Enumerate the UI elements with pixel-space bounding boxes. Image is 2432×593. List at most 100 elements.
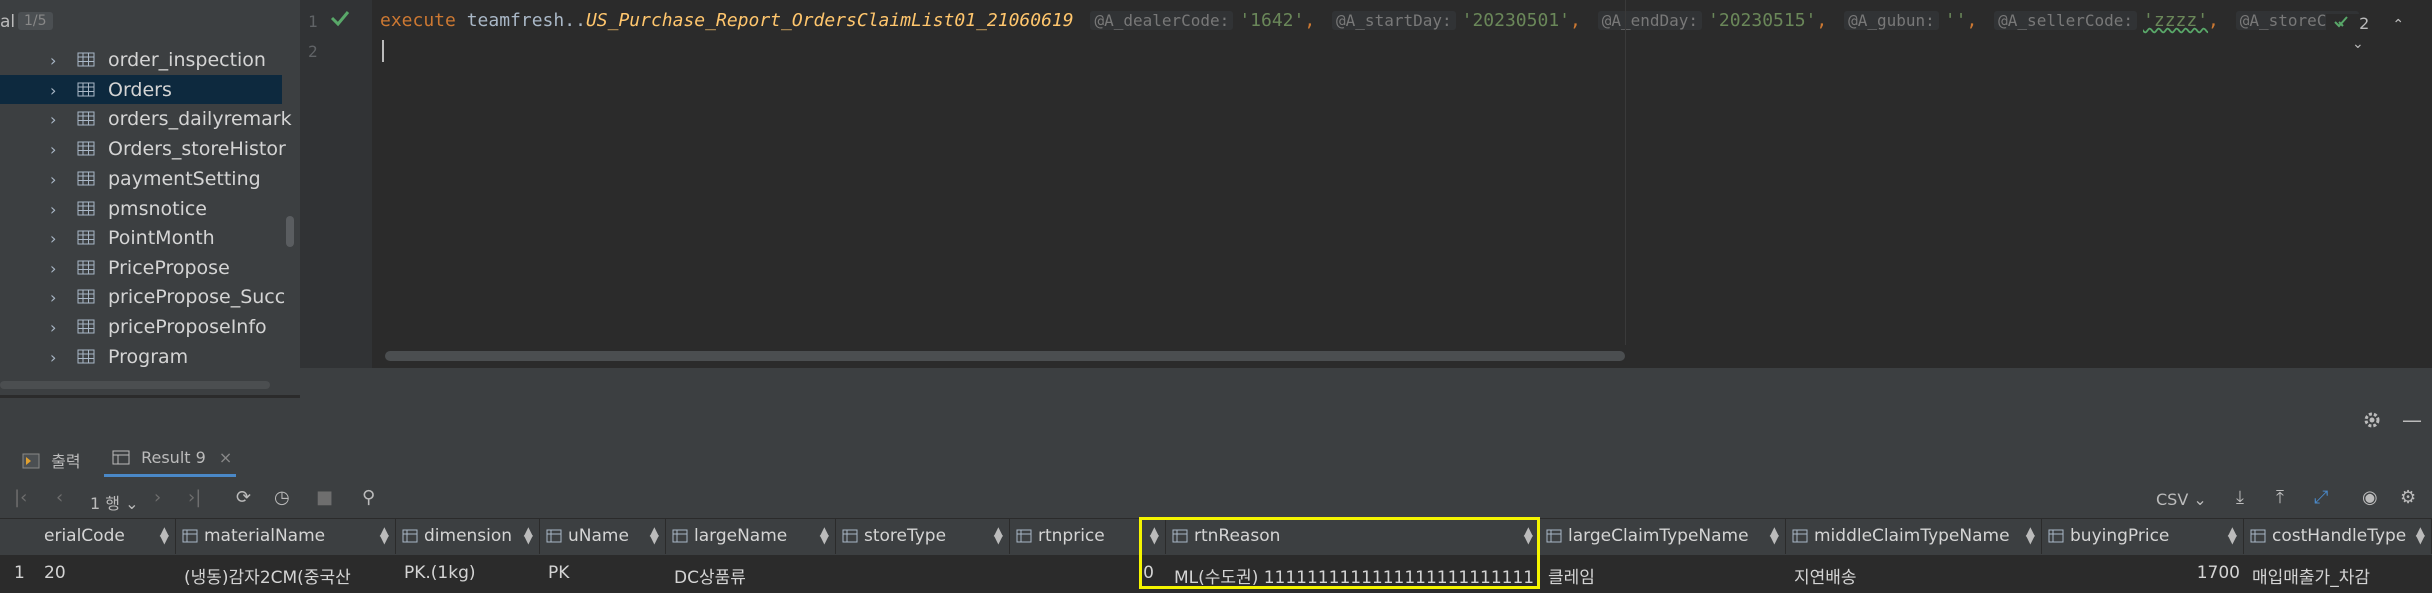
tree-horizontal-scrollbar[interactable] <box>0 381 270 389</box>
column-header-buyingprice[interactable]: buyingPrice ▲ ▼ <box>2042 518 2244 554</box>
tree-item-label: pmsnotice <box>108 198 207 220</box>
column-header-dimension[interactable]: dimension ▲ ▼ <box>396 518 540 554</box>
cell-middleclaimtypename[interactable]: 지연배송 <box>1794 555 2038 593</box>
download-icon[interactable]: ⤓ <box>2236 487 2244 508</box>
compare-icon[interactable]: ⤢ <box>2314 487 2328 508</box>
column-header-materialname[interactable]: materialName ▲ ▼ <box>176 518 396 554</box>
tree-vertical-scrollbar[interactable] <box>286 216 294 247</box>
column-header-storetype[interactable]: storeType ▲ ▼ <box>836 518 1010 554</box>
column-header-label: storeType <box>864 526 947 546</box>
cell-dimension[interactable]: PK.(1kg) <box>404 555 536 593</box>
close-tab-icon[interactable]: × <box>219 448 232 467</box>
param-value: '1642' <box>1239 10 1305 31</box>
tree-item-table[interactable]: › paymentSetting <box>0 164 282 193</box>
chevron-right-icon[interactable]: › <box>50 140 56 159</box>
column-header-largeclaimtypename[interactable]: largeClaimTypeName ▲ ▼ <box>1540 518 1786 554</box>
code-line-1[interactable]: execute teamfresh..US_Purchase_Report_Or… <box>380 10 2365 31</box>
sort-toggle-icon[interactable]: ▲ ▼ <box>650 525 659 545</box>
pin-icon[interactable]: ⚲ <box>362 487 375 508</box>
grid-settings-icon[interactable]: ⚙ <box>2400 487 2416 508</box>
cell-largename[interactable]: DC상품류 <box>674 555 832 593</box>
cell-erialcode[interactable]: 20 <box>44 555 172 593</box>
last-page-icon[interactable]: ›| <box>188 487 201 508</box>
chevron-right-icon[interactable]: › <box>50 51 56 70</box>
tree-item-table[interactable]: › order_inspection <box>0 45 282 74</box>
tree-item-table[interactable]: › PointMonth <box>0 223 282 252</box>
stop-icon[interactable]: ■ <box>316 487 333 508</box>
export-format-dropdown[interactable]: CSV ⌄ <box>2156 490 2207 509</box>
sort-toggle-icon[interactable]: ▲ ▼ <box>1770 525 1779 545</box>
column-header-erialcode[interactable]: erialCode ▲ ▼ <box>36 518 176 554</box>
tree-item-table[interactable]: › pmsnotice <box>0 194 282 223</box>
schema-separator: .. <box>564 10 586 31</box>
cell-largeclaimtypename[interactable]: 클레임 <box>1548 555 1782 593</box>
sort-toggle-icon[interactable]: ▲ ▼ <box>2228 525 2237 545</box>
tree-item-table[interactable]: › pricePropose_Succ <box>0 282 285 311</box>
cell-storetype[interactable] <box>844 555 1006 593</box>
minimize-icon[interactable]: — <box>2402 408 2422 432</box>
chevron-right-icon[interactable]: › <box>50 229 56 248</box>
comma: , <box>1816 10 1828 31</box>
chevron-down-icon[interactable]: ⌄ <box>2352 36 2364 52</box>
settings-gear-icon[interactable] <box>2362 410 2382 434</box>
column-table-icon <box>2048 529 2064 543</box>
previous-page-icon[interactable]: ‹ <box>56 487 63 508</box>
table-icon <box>77 171 95 186</box>
chevron-up-icon[interactable]: ⌃ <box>2392 17 2404 33</box>
column-header-middleclaimtypename[interactable]: middleClaimTypeName ▲ ▼ <box>1786 518 2042 554</box>
next-page-icon[interactable]: › <box>154 487 161 508</box>
row-count-selector[interactable]: 1 행 ⌄ <box>90 490 139 514</box>
tab-result-9[interactable]: Result 9 × <box>112 448 232 474</box>
sort-toggle-icon[interactable]: ▲ ▼ <box>380 525 389 545</box>
sort-toggle-icon[interactable]: ▲ ▼ <box>160 525 169 545</box>
sql-editor[interactable] <box>300 0 2432 395</box>
param-value: '' <box>1944 10 1967 31</box>
tree-item-table[interactable]: › PricePropose <box>0 253 282 282</box>
sort-toggle-icon[interactable]: ▲ ▼ <box>994 525 1003 545</box>
sort-toggle-icon[interactable]: ▲ ▼ <box>820 525 829 545</box>
sort-toggle-icon[interactable]: ▲ ▼ <box>524 525 533 545</box>
chevron-right-icon[interactable]: › <box>50 110 56 129</box>
cell-rtnprice[interactable]: 0 <box>1010 555 1154 593</box>
cell-uname[interactable]: PK <box>548 555 662 593</box>
cell-costhandletype[interactable]: 매입매출가_차감 <box>2252 555 2428 593</box>
chevron-right-icon[interactable]: › <box>50 348 56 367</box>
sort-toggle-icon[interactable]: ▲ ▼ <box>2026 525 2035 545</box>
first-page-icon[interactable]: |‹ <box>14 487 27 508</box>
param-value: 'zzzz' <box>2143 10 2209 31</box>
text-caret <box>382 40 384 62</box>
column-header-uname[interactable]: uName ▲ ▼ <box>540 518 666 554</box>
panel-splitter[interactable] <box>300 368 2432 398</box>
inspection-count: 2 <box>2359 14 2370 33</box>
column-header-largename[interactable]: largeName ▲ ▼ <box>666 518 836 554</box>
cell-buyingprice[interactable]: 1700 <box>2050 555 2240 593</box>
table-icon <box>77 201 95 216</box>
chevron-right-icon[interactable]: › <box>50 318 56 337</box>
comma: , <box>1304 10 1316 31</box>
history-clock-icon[interactable]: ◷ <box>274 487 290 508</box>
refresh-icon[interactable]: ⟳ <box>236 487 251 508</box>
chevron-right-icon[interactable]: › <box>50 170 56 189</box>
cell-materialname[interactable]: (냉동)감자2CM(중국산 <box>184 555 392 593</box>
tree-item-table[interactable]: › Program <box>0 342 282 371</box>
chevron-right-icon[interactable]: › <box>50 259 56 278</box>
column-header-costhandletype[interactable]: costHandleType ▲ ▼ <box>2244 518 2432 554</box>
sort-toggle-icon[interactable]: ▲ ▼ <box>2416 525 2425 545</box>
tree-item-table[interactable]: › priceProposeInfo <box>0 312 282 341</box>
comma: , <box>1570 10 1581 31</box>
view-eye-icon[interactable]: ◉ <box>2362 487 2378 508</box>
upload-icon[interactable]: ⤒ <box>2276 487 2284 508</box>
run-success-check-icon[interactable] <box>330 9 350 31</box>
chevron-right-icon[interactable]: › <box>50 288 56 307</box>
param-hint: @A_endDay: <box>1597 11 1703 30</box>
chevron-right-icon[interactable]: › <box>50 200 56 219</box>
inspection-status[interactable]: 2 ⌃ ⌄ <box>2326 14 2432 52</box>
editor-gutter: 1 2 <box>300 0 372 368</box>
tree-item-label: priceProposeInfo <box>108 316 267 338</box>
chevron-right-icon[interactable]: › <box>50 81 56 100</box>
tab-output[interactable]: 출력 <box>22 448 81 474</box>
tree-item-table[interactable]: › orders_dailyremark <box>0 104 292 133</box>
tree-item-table[interactable]: › Orders <box>0 75 282 104</box>
editor-horizontal-scrollbar[interactable] <box>385 351 1625 361</box>
tree-item-table[interactable]: › Orders_storeHistor <box>0 134 286 163</box>
